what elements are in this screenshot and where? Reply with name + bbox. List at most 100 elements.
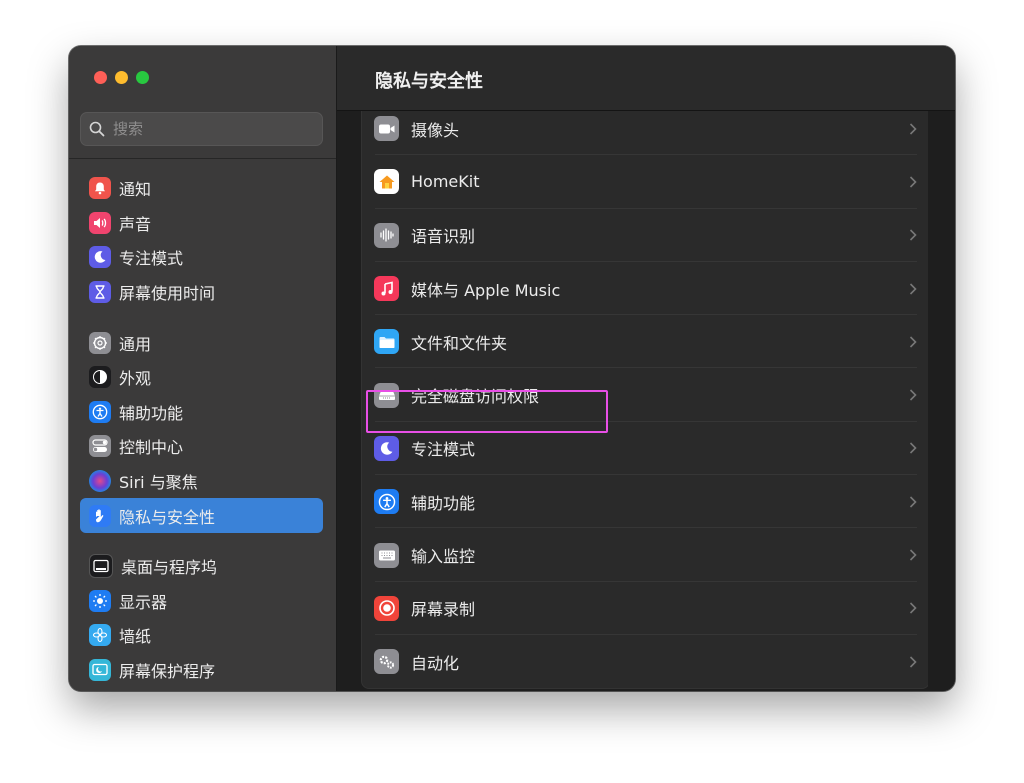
- dock-icon: [89, 554, 113, 579]
- toggles-icon: [89, 435, 111, 458]
- chevron-right-icon: [909, 656, 917, 668]
- settings-window: 通知 声音 专注模式 屏幕使用时间: [69, 46, 955, 691]
- moon-icon: [374, 435, 399, 461]
- sidebar-item-displays[interactable]: 显示器: [80, 584, 323, 619]
- gears-icon: [374, 649, 399, 675]
- sidebar-item-screen-time[interactable]: 屏幕使用时间: [80, 275, 323, 310]
- chevron-right-icon: [909, 336, 917, 348]
- hand-icon: [89, 504, 111, 527]
- music-icon: [374, 276, 399, 302]
- row-label: HomeKit: [411, 172, 480, 192]
- row-label: 输入监控: [411, 547, 476, 567]
- sidebar-item-label: 屏幕使用时间: [119, 284, 216, 304]
- sidebar-item-desktop-dock[interactable]: 桌面与程序坞: [80, 549, 323, 584]
- sidebar-item-siri-spotlight[interactable]: Siri 与聚焦: [80, 464, 323, 499]
- row-label: 媒体与 Apple Music: [411, 280, 561, 300]
- sidebar-item-notifications[interactable]: 通知: [80, 171, 323, 206]
- hourglass-icon: [89, 281, 111, 304]
- sidebar: 通知 声音 专注模式 屏幕使用时间: [69, 46, 337, 691]
- row-label: 屏幕录制: [411, 600, 476, 620]
- bell-icon: [89, 177, 111, 200]
- record-icon: [374, 595, 399, 621]
- search-input[interactable]: [111, 119, 305, 139]
- minimize-button[interactable]: [115, 71, 128, 84]
- title-bar: 隐私与安全性: [337, 46, 955, 111]
- screensaver-icon: [89, 659, 111, 682]
- row-speech-recognition[interactable]: 语音识别: [362, 209, 928, 263]
- sidebar-item-label: 墙纸: [119, 627, 152, 647]
- chevron-right-icon: [909, 176, 917, 188]
- sidebar-item-label: 屏幕保护程序: [119, 662, 216, 682]
- speaker-icon: [89, 211, 111, 234]
- sidebar-item-label: 辅助功能: [119, 403, 184, 423]
- siri-icon: [89, 470, 111, 493]
- sidebar-item-appearance[interactable]: 外观: [80, 360, 323, 395]
- row-camera[interactable]: 摄像头: [362, 111, 928, 156]
- settings-scroll-area[interactable]: 摄像头 HomeKit 语音识别 媒体与 Apple Music 文件和文件夹 …: [361, 111, 928, 691]
- privacy-settings-list: 摄像头 HomeKit 语音识别 媒体与 Apple Music 文件和文件夹 …: [361, 111, 928, 690]
- disk-icon: [374, 382, 399, 408]
- keyboard-icon: [374, 542, 399, 568]
- row-accessibility[interactable]: 辅助功能: [362, 475, 928, 529]
- row-label: 语音识别: [411, 227, 476, 247]
- chevron-right-icon: [909, 602, 917, 614]
- sidebar-item-general[interactable]: 通用: [80, 325, 323, 360]
- row-files-folders[interactable]: 文件和文件夹: [362, 315, 928, 369]
- home-icon: [374, 169, 399, 195]
- chevron-right-icon: [909, 282, 917, 295]
- chevron-right-icon: [909, 389, 917, 401]
- page-title: 隐私与安全性: [375, 71, 483, 92]
- row-label: 文件和文件夹: [411, 333, 508, 353]
- sidebar-item-label: Siri 与聚焦: [119, 473, 198, 493]
- chevron-right-icon: [909, 549, 917, 561]
- row-label: 自动化: [411, 653, 460, 673]
- window-controls: [94, 71, 149, 84]
- sidebar-divider: [69, 158, 336, 159]
- row-focus[interactable]: 专注模式: [362, 422, 928, 476]
- sidebar-item-label: 外观: [119, 369, 152, 389]
- row-automation[interactable]: 自动化: [362, 635, 928, 688]
- gear-icon: [89, 331, 111, 354]
- row-label: 专注模式: [411, 440, 476, 460]
- zoom-button[interactable]: [136, 71, 149, 84]
- sidebar-item-accessibility[interactable]: 辅助功能: [80, 395, 323, 430]
- sidebar-item-label: 隐私与安全性: [119, 507, 216, 527]
- sidebar-item-label: 通知: [119, 180, 152, 200]
- sidebar-item-privacy-security[interactable]: 隐私与安全性: [80, 498, 323, 533]
- row-homekit[interactable]: HomeKit: [362, 155, 928, 209]
- sidebar-item-control-center[interactable]: 控制中心: [80, 429, 323, 464]
- folder-icon: [374, 329, 399, 355]
- search-field[interactable]: [80, 112, 323, 146]
- chevron-right-icon: [909, 123, 917, 135]
- sidebar-item-label: 专注模式: [119, 249, 184, 269]
- chevron-right-icon: [909, 229, 917, 241]
- sidebar-item-label: 显示器: [119, 592, 168, 612]
- moon-icon: [89, 246, 111, 269]
- row-input-monitoring[interactable]: 输入监控: [362, 528, 928, 582]
- sidebar-item-sound[interactable]: 声音: [80, 206, 323, 241]
- row-media-apple-music[interactable]: 媒体与 Apple Music: [362, 262, 928, 316]
- row-label: 摄像头: [411, 120, 460, 140]
- waveform-icon: [374, 222, 399, 248]
- chevron-right-icon: [909, 442, 917, 454]
- search-icon: [89, 121, 105, 137]
- sidebar-item-wallpaper[interactable]: 墙纸: [80, 618, 323, 653]
- sidebar-item-focus[interactable]: 专注模式: [80, 240, 323, 275]
- accessibility-icon: [89, 400, 111, 423]
- sidebar-item-label: 控制中心: [119, 438, 184, 458]
- chevron-right-icon: [909, 496, 917, 508]
- row-full-disk-access[interactable]: 完全磁盘访问权限: [362, 368, 928, 423]
- row-label: 完全磁盘访问权限: [411, 387, 540, 407]
- sidebar-item-label: 桌面与程序坞: [121, 558, 218, 578]
- sidebar-item-label: 声音: [119, 214, 152, 234]
- sidebar-list: 通知 声音 专注模式 屏幕使用时间 通用 外观 辅助功能 控制中心 Siri 与…: [80, 171, 323, 687]
- appearance-icon: [89, 366, 111, 389]
- row-screen-recording[interactable]: 屏幕录制: [362, 582, 928, 636]
- sidebar-item-screen-saver[interactable]: 屏幕保护程序: [80, 653, 323, 688]
- main-pane: 隐私与安全性 摄像头 HomeKit 语音识别 媒体与 Apple Music …: [337, 46, 955, 691]
- sun-icon: [89, 589, 111, 612]
- sidebar-item-label: 通用: [119, 334, 152, 354]
- accessibility-icon: [374, 489, 399, 515]
- close-button[interactable]: [94, 71, 107, 84]
- flower-icon: [89, 624, 111, 647]
